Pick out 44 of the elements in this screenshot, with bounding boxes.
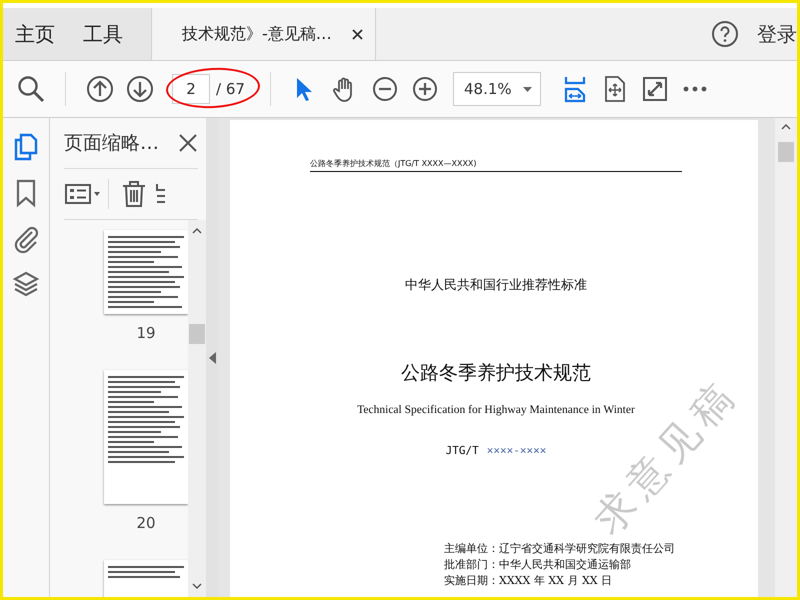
running-header: 公路冬季养护技术规范（JTG/T XXXX—XXXX) [310, 158, 682, 172]
page-total: / 67 [215, 80, 246, 98]
close-icon[interactable] [352, 28, 363, 40]
trash-icon[interactable] [121, 180, 147, 208]
panel-title: 页面缩略… [64, 131, 159, 156]
scroll-up-icon[interactable] [192, 228, 202, 234]
scrollbar[interactable] [775, 118, 797, 597]
page-thumbnail[interactable] [104, 370, 188, 504]
info-line: 批准部门：中华人民共和国交通运输部 [444, 557, 632, 572]
page-number-label: 20 [135, 514, 157, 532]
zoom-dropdown[interactable]: 48.1% [453, 72, 541, 106]
page-number-field[interactable]: 2 [172, 74, 210, 104]
document-tab[interactable]: 技术规范》-意见稿… [152, 8, 376, 60]
scroll-thumb[interactable] [778, 142, 794, 162]
standard-number: ××××-×××× [486, 444, 546, 457]
english-title: Technical Specification for Highway Maintenance in Winter [357, 404, 635, 416]
fullscreen-icon[interactable] [641, 75, 669, 103]
arrow-up-icon[interactable] [86, 75, 114, 103]
scrollbar[interactable] [188, 220, 206, 597]
caret-icon [523, 86, 532, 92]
close-icon[interactable] [178, 133, 198, 153]
collapse-icon[interactable] [208, 352, 216, 364]
document-title: 公路冬季养护技术规范 [401, 361, 591, 386]
zoom-in-icon[interactable] [411, 75, 439, 103]
page-number-label: 19 [135, 324, 157, 342]
zoom-out-icon[interactable] [371, 75, 399, 103]
nav-tab[interactable]: 主页 [3, 8, 55, 60]
login-link[interactable]: 登录 [757, 20, 797, 48]
list-options-icon[interactable] [64, 183, 102, 205]
scroll-thumb[interactable] [189, 324, 205, 344]
partial-icon[interactable] [155, 182, 165, 206]
page-thumbnail[interactable] [104, 560, 188, 597]
document-tab-title: 技术规范》-意见稿… [182, 24, 332, 44]
info-line: 实施日期：XXXX 年 XX 月 XX 日 [444, 573, 614, 588]
standard-code: JTG/T [446, 444, 479, 457]
page-thumbnail[interactable] [104, 230, 188, 314]
info-line: 主编单位：辽宁省交通科学研究院有限责任公司 [444, 541, 675, 556]
search-icon[interactable] [17, 75, 45, 103]
nav-tab[interactable]: 工具 [71, 8, 123, 60]
scroll-up-icon[interactable] [781, 124, 791, 130]
help-icon[interactable] [711, 20, 739, 48]
arrow-down-icon[interactable] [126, 75, 154, 103]
standard-category: 中华人民共和国行业推荐性标准 [405, 277, 587, 294]
scroll-down-icon[interactable] [192, 583, 202, 589]
